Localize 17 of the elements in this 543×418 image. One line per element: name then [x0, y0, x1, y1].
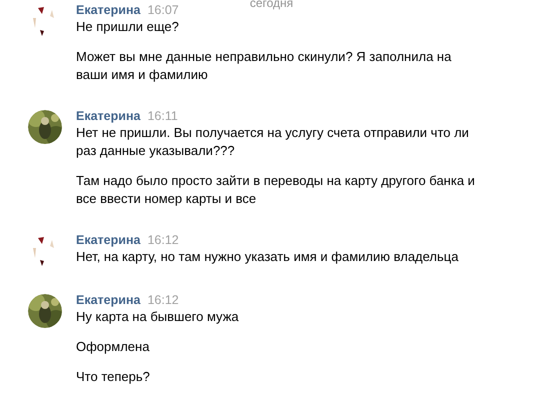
author-name[interactable]: Екатерина	[76, 232, 140, 248]
message-time: 16:12	[147, 292, 179, 308]
message-text: Ну карта на бывшего мужа	[76, 308, 240, 326]
message-text: Оформлена	[76, 338, 150, 356]
author-name[interactable]: Екатерина	[76, 292, 140, 308]
message-text: Может вы мне данные неправильно скинули? Я заполнила на ваши имя и фамилию	[76, 48, 452, 84]
message-text: Не пришли еще?	[76, 18, 180, 36]
message-text: Там надо было просто зайти в переводы на карту другого банка и все ввести номер карты и все	[76, 172, 476, 208]
message-time: 16:12	[147, 232, 179, 248]
message-time: 16:11	[147, 108, 178, 124]
message-text: Что теперь?	[76, 368, 151, 386]
author-name[interactable]: Екатерина	[76, 108, 140, 124]
author-name[interactable]: Екатерина	[76, 2, 140, 18]
message-text: Нет не пришли. Вы получается на услугу счета отправили что ли раз данные указывали???	[76, 124, 470, 160]
message-text: Нет, на карту, но там нужно указать имя и фамилию владельца	[76, 248, 460, 266]
message-time: 16:07	[147, 2, 179, 18]
day-divider: сегодня	[250, 0, 294, 10]
